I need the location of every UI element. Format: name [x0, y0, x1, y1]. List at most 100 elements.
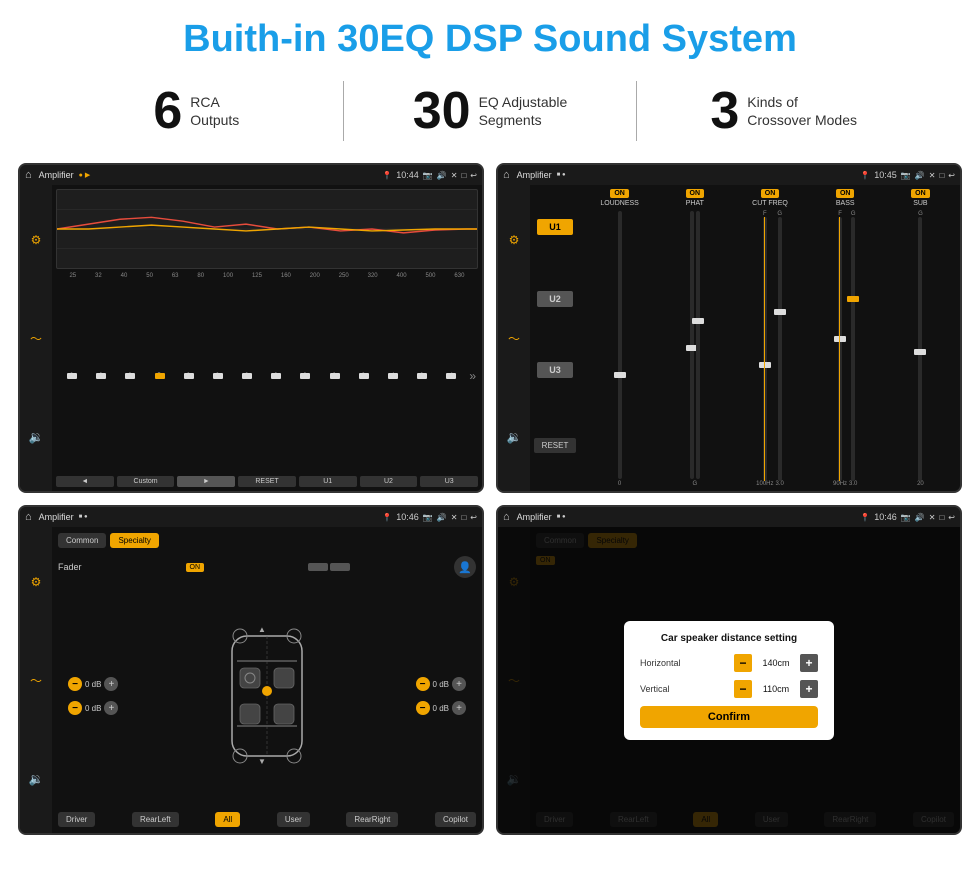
fader-close-icon[interactable]: ✕: [451, 513, 458, 522]
dialog-minimize-icon[interactable]: □: [939, 513, 944, 522]
xover-sub-on[interactable]: ON: [911, 189, 930, 198]
dialog-screen-title: Amplifier: [517, 512, 552, 522]
eq-graph: [56, 189, 478, 269]
eq-u1-btn[interactable]: U1: [299, 476, 357, 487]
dialog-status-bar: ⌂ Amplifier ■ ● 📍 10:46 📷 🔊 ✕ □ ↩: [498, 507, 960, 527]
eq-sliders: // Will be populated inline below 0: [56, 281, 478, 470]
xover-home-icon[interactable]: ⌂: [503, 169, 510, 181]
eq-wave-icon[interactable]: 〜: [30, 330, 42, 347]
fader-minimize-icon[interactable]: □: [461, 513, 466, 522]
eq-back-icon[interactable]: ↩: [470, 171, 477, 180]
fader-plus-4[interactable]: +: [452, 701, 466, 715]
xover-back-icon[interactable]: ↩: [948, 171, 955, 180]
eq-close-icon[interactable]: ✕: [451, 171, 458, 180]
xover-phat-on[interactable]: ON: [686, 189, 705, 198]
dialog-confirm-button[interactable]: Confirm: [640, 706, 818, 728]
stat-eq: 30 EQ AdjustableSegments: [354, 85, 627, 137]
xover-speaker-icon[interactable]: 🔉: [507, 430, 522, 444]
eq-sidebar: ⚙ 〜 🔉: [20, 185, 52, 491]
fader-plus-1[interactable]: +: [104, 677, 118, 691]
eq-filter-icon[interactable]: ⚙: [31, 233, 42, 247]
stat-eq-number: 30: [413, 85, 471, 137]
screen-crossover: ⌂ Amplifier ■ ● 📍 10:45 📷 🔊 ✕ □ ↩ ⚙ 〜 🔉: [496, 163, 962, 493]
xover-close-icon[interactable]: ✕: [929, 171, 936, 180]
eq-custom-btn[interactable]: Custom: [117, 476, 175, 487]
eq-minimize-icon[interactable]: □: [461, 171, 466, 180]
fader-home-icon[interactable]: ⌂: [25, 511, 32, 523]
stat-eq-label: EQ AdjustableSegments: [479, 85, 568, 129]
dialog-time: 10:46: [874, 512, 897, 522]
xover-minimize-icon[interactable]: □: [939, 171, 944, 180]
xover-cutfreq-on[interactable]: ON: [761, 189, 780, 198]
xover-location-icon: 📍: [860, 171, 870, 180]
fader-plus-2[interactable]: +: [104, 701, 118, 715]
eq-prev-btn[interactable]: ◄: [56, 476, 114, 487]
eq-play-btn[interactable]: ►: [177, 476, 235, 487]
fader-driver-btn[interactable]: Driver: [58, 812, 95, 827]
screen-eq: ⌂ Amplifier ● ▶ 📍 10:44 📷 🔊 ✕ □ ↩ ⚙ 〜 🔉: [18, 163, 484, 493]
eq-reset-btn[interactable]: RESET: [238, 476, 296, 487]
dialog-home-icon[interactable]: ⌂: [503, 511, 510, 523]
svg-text:▼: ▼: [258, 757, 266, 766]
fader-all-btn[interactable]: All: [215, 812, 240, 827]
fader-back-icon[interactable]: ↩: [470, 513, 477, 522]
xover-bass-on[interactable]: ON: [836, 189, 855, 198]
dialog-horizontal-value-row: − 140cm +: [734, 654, 818, 672]
stat-rca-number: 6: [153, 85, 182, 137]
eq-u3-btn[interactable]: U3: [420, 476, 478, 487]
dialog-close-icon[interactable]: ✕: [929, 513, 936, 522]
eq-location-icon: 📍: [382, 171, 392, 180]
fader-avatar[interactable]: 👤: [454, 556, 476, 578]
dialog-horizontal-plus[interactable]: +: [800, 654, 818, 672]
fader-rearleft-btn[interactable]: RearLeft: [132, 812, 179, 827]
xover-status-bar: ⌂ Amplifier ■ ● 📍 10:45 📷 🔊 ✕ □ ↩: [498, 165, 960, 185]
svg-text:▲: ▲: [258, 626, 266, 634]
dialog-overlay: Car speaker distance setting Horizontal …: [498, 527, 960, 833]
screen-dialog: ⌂ Amplifier ■ ● 📍 10:46 📷 🔊 ✕ □ ↩ ⚙ 〜 🔉: [496, 505, 962, 835]
fader-status-right: 📍 10:46 📷 🔊 ✕ □ ↩: [382, 512, 477, 522]
xover-u3-btn[interactable]: U3: [537, 362, 573, 378]
eq-status-bar: ⌂ Amplifier ● ▶ 📍 10:44 📷 🔊 ✕ □ ↩: [20, 165, 482, 185]
xover-reset-btn[interactable]: RESET: [534, 438, 577, 453]
fader-left-controls: − 0 dB + − 0 dB +: [68, 677, 118, 715]
fader-minus-1[interactable]: −: [68, 677, 82, 691]
xover-u2-btn[interactable]: U2: [537, 291, 573, 307]
eq-home-icon[interactable]: ⌂: [25, 169, 32, 181]
fader-user-btn[interactable]: User: [277, 812, 310, 827]
xover-unit-panel: U1 U2 U3 RESET: [530, 185, 580, 491]
dialog-horizontal-minus[interactable]: −: [734, 654, 752, 672]
fader-minus-2[interactable]: −: [68, 701, 82, 715]
fader-filter-icon[interactable]: ⚙: [31, 575, 42, 589]
fader-copilot-btn[interactable]: Copilot: [435, 812, 476, 827]
xover-wave-icon[interactable]: 〜: [508, 330, 520, 347]
dialog-back-icon[interactable]: ↩: [948, 513, 955, 522]
xover-filter-icon[interactable]: ⚙: [509, 233, 520, 247]
xover-bass-label: BASS: [836, 200, 855, 207]
fader-location-icon: 📍: [382, 513, 392, 522]
xover-channel-phat: ON PHAT G: [659, 189, 730, 487]
fader-bottom-buttons: Driver RearLeft All User RearRight Copil…: [58, 812, 476, 827]
eq-status-right: 📍 10:44 📷 🔊 ✕ □ ↩: [382, 170, 477, 180]
fader-db-1: 0 dB: [85, 680, 101, 689]
xover-u1-btn[interactable]: U1: [537, 219, 573, 235]
fader-plus-3[interactable]: +: [452, 677, 466, 691]
fader-minus-4[interactable]: −: [416, 701, 430, 715]
eq-speaker-icon[interactable]: 🔉: [29, 430, 44, 444]
fader-rearright-btn[interactable]: RearRight: [346, 812, 398, 827]
dialog-vertical-minus[interactable]: −: [734, 680, 752, 698]
fader-tab-common[interactable]: Common: [58, 533, 106, 548]
xover-loudness-on[interactable]: ON: [610, 189, 629, 198]
fader-speaker-icon[interactable]: 🔉: [29, 772, 44, 786]
fader-wave-icon[interactable]: 〜: [30, 672, 42, 689]
fader-minus-3[interactable]: −: [416, 677, 430, 691]
eq-title: Amplifier: [39, 170, 74, 180]
eq-camera-icon: 📷: [423, 171, 433, 180]
eq-u2-btn[interactable]: U2: [360, 476, 418, 487]
xover-channel-sub: ON SUB G 20: [885, 189, 956, 487]
dialog-vertical-plus[interactable]: +: [800, 680, 818, 698]
fader-on-badge[interactable]: ON: [186, 563, 205, 572]
fader-tab-specialty[interactable]: Specialty: [110, 533, 158, 548]
dialog-horizontal-row: Horizontal − 140cm +: [640, 654, 818, 672]
xover-content: ⚙ 〜 🔉 U1 U2 U3 RESET ON LOUDNESS: [498, 185, 960, 491]
fader-right-controls: − 0 dB + − 0 dB +: [416, 677, 466, 715]
